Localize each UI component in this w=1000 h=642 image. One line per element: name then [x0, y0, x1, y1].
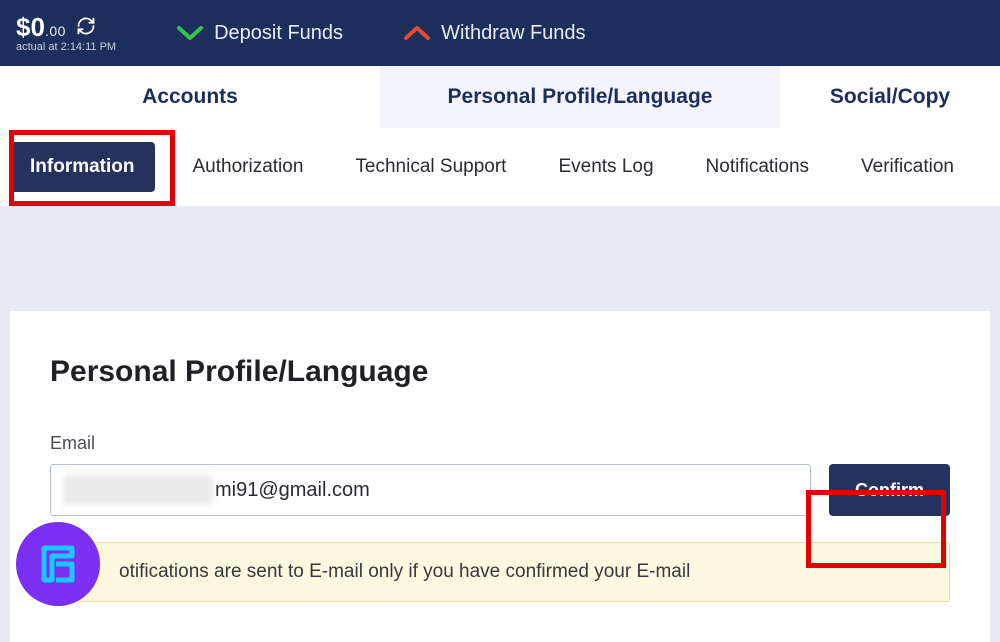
- email-label: Email: [50, 433, 950, 454]
- email-confirm-notice: otifications are sent to E-mail only if …: [50, 542, 950, 602]
- tab-social-copy[interactable]: Social/Copy: [780, 66, 1000, 128]
- deposit-funds-label: Deposit Funds: [214, 22, 343, 45]
- tab-personal-profile[interactable]: Personal Profile/Language: [380, 66, 780, 128]
- subtab-verification[interactable]: Verification: [847, 146, 968, 188]
- confirm-button[interactable]: Confirm: [829, 464, 950, 516]
- subtab-notifications[interactable]: Notifications: [692, 146, 824, 188]
- withdraw-funds-link[interactable]: Withdraw Funds: [403, 22, 586, 45]
- chevron-up-icon: [403, 24, 431, 42]
- brand-logo-badge[interactable]: [16, 522, 100, 606]
- refresh-icon[interactable]: [76, 16, 96, 36]
- email-redacted-portion: [63, 475, 213, 505]
- primary-tabs: Accounts Personal Profile/Language Socia…: [0, 66, 1000, 128]
- brand-logo-icon: [34, 540, 82, 588]
- balance-block: $0.00 actual at 2:14:11 PM: [16, 13, 116, 54]
- deposit-funds-link[interactable]: Deposit Funds: [176, 22, 343, 45]
- subtab-events-log[interactable]: Events Log: [544, 146, 667, 188]
- email-visible-value: mi91@gmail.com: [215, 479, 370, 502]
- page-title: Personal Profile/Language: [50, 355, 950, 389]
- withdraw-funds-label: Withdraw Funds: [441, 22, 586, 45]
- subtab-information[interactable]: Information: [10, 142, 155, 192]
- balance-currency: $0.00: [16, 13, 66, 42]
- subtabs: Information Authorization Technical Supp…: [0, 128, 1000, 206]
- subtab-authorization[interactable]: Authorization: [179, 146, 318, 188]
- chevron-down-icon: [176, 24, 204, 42]
- balance-timestamp: actual at 2:14:11 PM: [16, 41, 116, 53]
- tab-accounts[interactable]: Accounts: [0, 66, 380, 128]
- email-field[interactable]: mi91@gmail.com: [50, 464, 811, 516]
- subtab-technical-support[interactable]: Technical Support: [341, 146, 520, 188]
- topbar: $0.00 actual at 2:14:11 PM Deposit Funds: [0, 0, 1000, 66]
- profile-card: Personal Profile/Language Email mi91@gma…: [10, 311, 990, 642]
